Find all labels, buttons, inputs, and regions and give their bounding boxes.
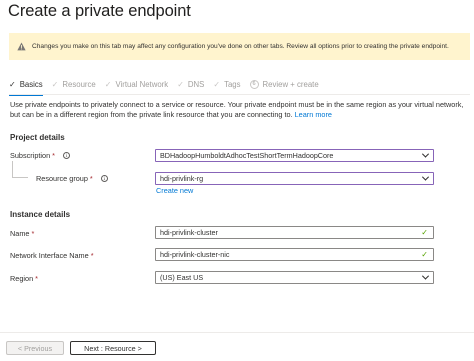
description: Use private endpoints to privately conne… [10,100,465,120]
more-options-icon[interactable]: ··· [178,3,192,15]
checkmark-icon: ✓ [104,79,112,89]
learn-more-link[interactable]: Learn more [295,110,332,119]
tab-label: Review + create [262,79,319,89]
name-value: hdi-privlink-cluster [160,228,218,237]
name-input[interactable]: hdi-privlink-cluster ✓ [155,226,434,239]
checkmark-icon: ✓ [213,79,221,89]
warning-text: Changes you make on this tab may affect … [32,43,449,50]
checkmark-icon: ✓ [51,79,59,89]
tab-label: Basics [19,79,43,89]
wizard-tabs: ✓ Basics ✓ Resource ✓ Virtual Network ✓ … [9,76,328,96]
next-resource-button[interactable]: Next : Resource > [70,341,156,355]
network-interface-name-value: hdi-privlink-cluster-nic [160,250,230,259]
chevron-down-icon [421,272,430,280]
region-dropdown[interactable]: (US) East US [155,271,434,284]
create-new-link[interactable]: Create new [156,186,193,195]
page-title: Create a private endpoint [8,2,191,20]
tab-label: DNS [187,79,205,89]
step-number-icon: 6 [249,79,259,89]
valid-check-icon: ✓ [421,228,428,237]
tab-divider [9,94,470,95]
resource-group-label: Resource group * i [36,174,108,183]
tree-connector [12,161,28,178]
name-label: Name * [10,229,35,238]
chevron-down-icon [421,150,430,158]
network-interface-name-input[interactable]: hdi-privlink-cluster-nic ✓ [155,248,434,261]
tab-label: Tags [224,79,241,89]
subscription-label: Subscription * i [10,151,70,160]
tab-dns[interactable]: ✓ DNS [177,76,204,92]
tab-review-create[interactable]: 6 Review + create [249,76,319,92]
description-text: Use private endpoints to privately conne… [10,100,464,119]
warning-icon [17,42,26,51]
checkmark-icon: ✓ [9,79,16,89]
checkmark-icon: ✓ [177,79,184,89]
valid-check-icon: ✓ [421,250,428,259]
resource-group-value: hdi-privlink-rg [160,174,204,183]
subscription-dropdown[interactable]: BDHadoopHumboldtAdhocTestShortTermHadoop… [155,149,434,162]
subscription-value: BDHadoopHumboldtAdhocTestShortTermHadoop… [160,151,334,160]
previous-button[interactable]: < Previous [6,341,64,355]
region-value: (US) East US [160,273,204,282]
tab-tags[interactable]: ✓ Tags [213,76,240,92]
tab-basics[interactable]: ✓ Basics [9,76,43,96]
info-icon[interactable]: i [63,152,70,159]
tab-virtual-network[interactable]: ✓ Virtual Network [105,76,168,92]
chevron-down-icon [421,173,430,181]
tab-label: Resource [62,79,96,89]
footer-divider [0,332,474,333]
network-interface-name-label: Network Interface Name * [10,251,94,260]
project-details-heading: Project details [10,133,65,142]
warning-banner: Changes you make on this tab may affect … [9,33,470,60]
instance-details-heading: Instance details [10,210,71,219]
tab-resource[interactable]: ✓ Resource [52,76,96,92]
region-label: Region * [10,274,38,283]
info-icon[interactable]: i [100,175,108,182]
tab-label: Virtual Network [115,79,169,89]
resource-group-dropdown[interactable]: hdi-privlink-rg [155,172,434,185]
